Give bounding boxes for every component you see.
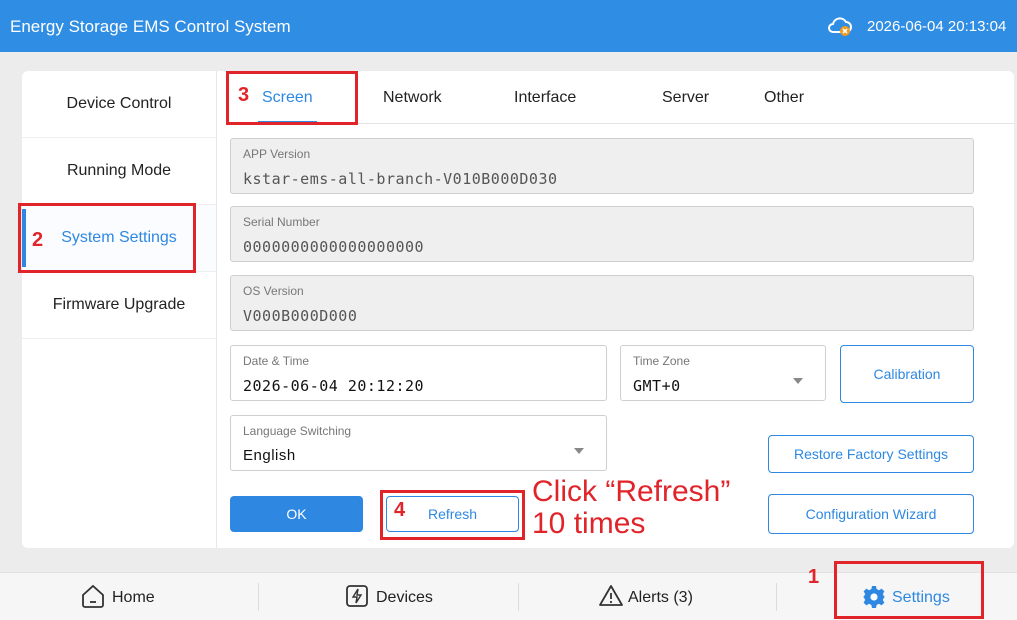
tab-label: Network <box>383 89 442 106</box>
field-label: Serial Number <box>243 215 320 229</box>
tab-bar: Screen Network Interface Server Other <box>226 71 1014 124</box>
cloud-warning-icon[interactable] <box>826 15 854 37</box>
sidebar-item-device-control[interactable]: Device Control <box>22 71 216 138</box>
sidebar-item-label: Running Mode <box>66 162 172 179</box>
sidebar: Device Control Running Mode System Setti… <box>22 71 217 548</box>
title-bar: Energy Storage EMS Control System 2026-0… <box>0 0 1017 52</box>
chevron-down-icon <box>793 378 803 384</box>
field-label: Date & Time <box>243 354 310 368</box>
tab-label: Other <box>764 89 805 106</box>
sidebar-item-system-settings[interactable]: System Settings <box>22 205 216 272</box>
nav-devices[interactable]: Devices <box>344 573 464 620</box>
header-datetime: 2026-06-04 20:13:04 <box>867 18 1007 35</box>
devices-icon <box>346 585 368 607</box>
nav-divider <box>776 583 777 611</box>
restore-factory-button[interactable]: Restore Factory Settings <box>768 435 974 473</box>
field-value: 0000000000000000000 <box>243 238 425 256</box>
nav-settings[interactable]: Settings <box>862 573 982 620</box>
field-value: GMT+0 <box>633 377 681 395</box>
step-1-label: 1 <box>808 566 820 588</box>
app-title: Energy Storage EMS Control System <box>10 17 291 36</box>
alert-icon <box>599 585 623 606</box>
tab-interface[interactable]: Interface <box>514 71 576 123</box>
tab-screen[interactable]: Screen <box>258 71 317 124</box>
nav-label: Devices <box>376 589 433 606</box>
nav-home[interactable]: Home <box>80 573 200 620</box>
language-select[interactable]: Language Switching English <box>230 415 607 471</box>
nav-divider <box>518 583 519 611</box>
tab-network[interactable]: Network <box>383 71 442 123</box>
sidebar-item-label: Firmware Upgrade <box>52 296 186 313</box>
settings-panel: Device Control Running Mode System Setti… <box>22 71 1014 548</box>
nav-label: Home <box>112 589 155 606</box>
nav-alerts[interactable]: Alerts (3) <box>598 573 718 620</box>
refresh-button[interactable]: Refresh <box>386 496 519 532</box>
field-value: 2026-06-04 20:12:20 <box>243 377 425 395</box>
step-3-label: 3 <box>238 84 250 106</box>
configuration-wizard-button[interactable]: Configuration Wizard <box>768 494 974 534</box>
instruction-line-1: Click “Refresh” <box>532 475 731 508</box>
field-value: V000B000D000 <box>243 307 358 325</box>
field-value: kstar-ems-all-branch-V010B000D030 <box>243 170 558 188</box>
field-label: Time Zone <box>633 354 690 368</box>
field-label: Language Switching <box>243 424 352 438</box>
ok-button[interactable]: OK <box>230 496 363 532</box>
time-zone-select[interactable]: Time Zone GMT+0 <box>620 345 826 401</box>
sidebar-item-running-mode[interactable]: Running Mode <box>22 138 216 205</box>
tab-other[interactable]: Other <box>764 71 804 123</box>
bottom-nav: Home Devices Alerts (3) Settings <box>0 572 1017 620</box>
tab-server[interactable]: Server <box>662 71 709 123</box>
tab-label: Interface <box>514 89 577 106</box>
tab-label: Server <box>662 89 710 106</box>
sidebar-item-firmware-upgrade[interactable]: Firmware Upgrade <box>22 272 216 339</box>
tab-label: Screen <box>262 89 313 106</box>
serial-number-field: Serial Number 0000000000000000000 <box>230 206 974 262</box>
calibration-button[interactable]: Calibration <box>840 345 974 403</box>
sidebar-item-label: Device Control <box>66 95 172 112</box>
date-time-field[interactable]: Date & Time 2026-06-04 20:12:20 <box>230 345 607 401</box>
os-version-field: OS Version V000B000D000 <box>230 275 974 331</box>
nav-divider <box>258 583 259 611</box>
step-4-label: 4 <box>394 499 406 521</box>
app-version-field: APP Version kstar-ems-all-branch-V010B00… <box>230 138 974 194</box>
nav-label: Alerts (3) <box>628 589 693 606</box>
gear-icon <box>863 586 885 608</box>
field-label: APP Version <box>243 147 311 161</box>
nav-label: Settings <box>892 589 950 606</box>
field-label: OS Version <box>243 284 304 298</box>
chevron-down-icon <box>574 448 584 454</box>
sidebar-item-label: System Settings <box>61 229 177 246</box>
field-value: English <box>243 447 296 464</box>
step-2-label: 2 <box>32 229 44 251</box>
instruction-line-2: 10 times <box>532 507 646 540</box>
home-icon <box>82 584 104 608</box>
